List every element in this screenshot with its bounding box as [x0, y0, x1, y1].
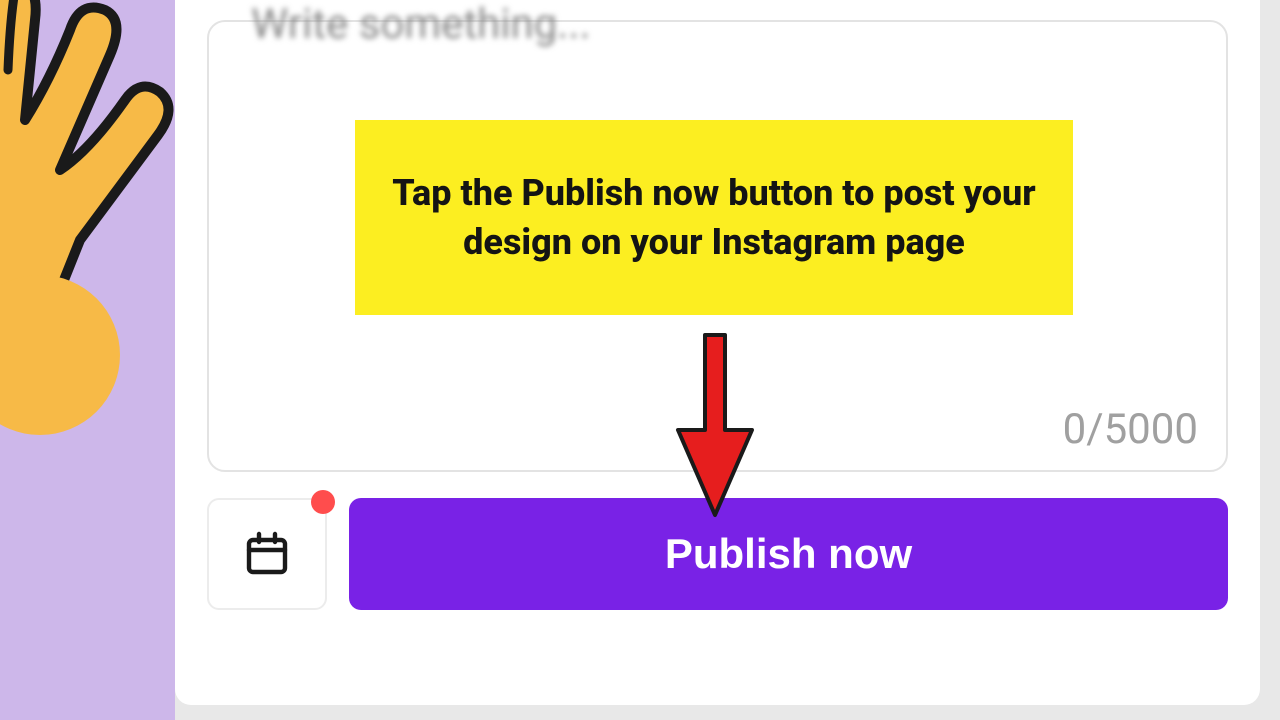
publish-button-label: Publish now	[665, 530, 912, 578]
instruction-text: Tap the Publish now button to post your …	[383, 169, 1045, 266]
schedule-button[interactable]	[207, 498, 327, 610]
caption-placeholder: Write something...	[251, 0, 591, 49]
calendar-icon	[243, 530, 291, 578]
annotation-arrow	[670, 330, 760, 520]
instruction-callout: Tap the Publish now button to post your …	[355, 120, 1073, 315]
character-counter: 0/5000	[1063, 405, 1198, 454]
notification-badge	[311, 490, 335, 514]
publish-now-button[interactable]: Publish now	[349, 498, 1228, 610]
